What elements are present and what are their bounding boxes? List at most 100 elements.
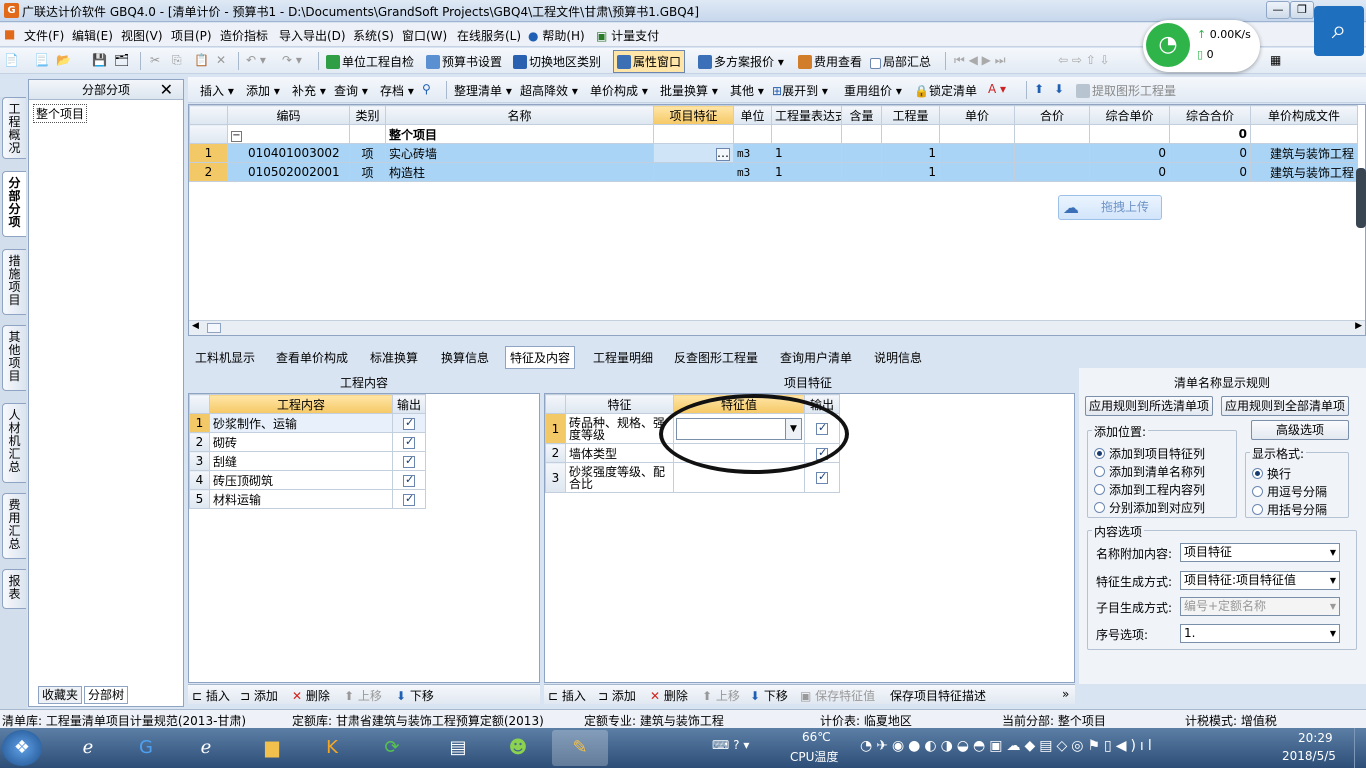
calc-icon[interactable]: ▦ <box>1270 53 1281 67</box>
show-desktop-button[interactable] <box>1354 728 1366 768</box>
output-checkbox[interactable] <box>403 492 415 506</box>
cell-feature[interactable] <box>653 162 734 182</box>
save-all-icon[interactable]: 🗂 <box>114 53 129 67</box>
name-append-select[interactable]: 项目特征 <box>1180 543 1340 562</box>
scroll-right-icon[interactable]: ▶ <box>1355 321 1362 331</box>
ie-icon[interactable]: ℯ <box>60 730 116 766</box>
menu-cost-index[interactable]: 造价指标 <box>220 27 268 44</box>
maximize-button[interactable]: ❐ <box>1290 1 1314 19</box>
notes-icon[interactable]: ✎ <box>552 730 608 766</box>
collapse-icon[interactable]: − <box>231 130 242 142</box>
apply-all-button[interactable]: 应用规则到全部清单项 <box>1221 396 1349 416</box>
cell-feature[interactable]: … <box>653 143 734 163</box>
col-comp-price[interactable]: 综合单价 <box>1089 105 1170 125</box>
wechat-icon[interactable]: ☻ <box>490 730 546 766</box>
col-comp-total[interactable]: 综合合价 <box>1169 105 1251 125</box>
redo-icon[interactable]: ↷ ▾ <box>282 53 302 67</box>
tab-graph-qty[interactable]: 反查图形工程量 <box>670 348 762 367</box>
radio-add-content-col[interactable]: 添加到工程内容列 <box>1094 481 1205 498</box>
wc-add-button[interactable]: ⊐ 添加 <box>240 687 278 704</box>
feature-gen-select[interactable]: 项目特征:项目特征值 <box>1180 571 1340 590</box>
calculator-icon[interactable]: ▤ <box>430 730 486 766</box>
wc-up-button[interactable]: ⬆ 上移 <box>344 687 382 704</box>
radio-add-name-col[interactable]: 添加到清单名称列 <box>1094 463 1205 480</box>
lock-list-button[interactable]: 🔒锁定清单 <box>914 82 977 99</box>
col-total[interactable]: 合价 <box>1014 105 1090 125</box>
tab-features-content[interactable]: 特征及内容 <box>505 346 576 369</box>
output-checkbox[interactable] <box>403 473 415 487</box>
menu-edit[interactable]: 编辑(E) <box>72 27 113 44</box>
horizontal-scrollbar[interactable]: ◀ ▶ <box>189 320 1365 335</box>
output-checkbox[interactable] <box>816 470 828 484</box>
folder-icon[interactable]: ▆ <box>244 730 300 766</box>
attr-window-button[interactable]: 属性窗口 <box>613 50 686 73</box>
delete-icon[interactable]: ✕ <box>216 53 226 67</box>
ie2-icon[interactable]: ℯ <box>178 730 234 766</box>
ft-add-button[interactable]: ⊐ 添加 <box>598 687 636 704</box>
wc-down-button[interactable]: ⬇ 下移 <box>396 687 434 704</box>
col-name[interactable]: 名称 <box>385 105 654 125</box>
wc-delete-button[interactable]: ✕ 删除 <box>292 687 330 704</box>
cell-code[interactable]: 010502002001 <box>227 162 350 182</box>
tab-std-convert[interactable]: 标准换算 <box>366 348 422 367</box>
col-feature[interactable]: 项目特征 <box>653 105 734 125</box>
start-button[interactable]: ❖ <box>2 730 42 766</box>
table-row[interactable]: 3 砂浆强度等级、配合比 <box>545 462 840 493</box>
apply-selected-button[interactable]: 应用规则到所选清单项 <box>1085 396 1213 416</box>
save-menu[interactable]: 存档 ▾ <box>380 82 414 99</box>
minimize-button[interactable]: — <box>1266 1 1290 19</box>
undo-icon[interactable]: ↶ ▾ <box>246 53 266 67</box>
self-check-button[interactable]: 单位工程自检 <box>326 53 414 70</box>
add-menu[interactable]: 添加 ▾ <box>246 82 280 99</box>
col-price[interactable]: 单价 <box>939 105 1015 125</box>
menu-online[interactable]: 在线服务(L) <box>457 27 521 44</box>
first-icon[interactable]: ⏮ ◀ ▶ ⏭ <box>954 53 1006 68</box>
switch-region-button[interactable]: 切换地区类别 <box>513 53 601 70</box>
super-drop-menu[interactable]: 超高降效 ▾ <box>520 82 578 99</box>
tab-fee-summary[interactable]: 费用汇总 <box>2 493 26 559</box>
tab-qty-detail[interactable]: 工程量明细 <box>589 348 657 367</box>
radio-comma[interactable]: 用逗号分隔 <box>1252 483 1327 500</box>
batch-convert-menu[interactable]: 批量换算 ▾ <box>660 82 718 99</box>
tab-labor-material[interactable]: 人材机汇总 <box>2 403 26 483</box>
cell-code[interactable]: 010401003002 <box>227 143 350 163</box>
menu-import-export[interactable]: 导入导出(D) <box>279 27 346 44</box>
fee-view-button[interactable]: 费用查看 <box>798 53 862 70</box>
move-down-icon[interactable]: ⬇ <box>1054 82 1064 96</box>
table-row[interactable]: 3 刮缝 <box>189 451 426 471</box>
gbq-icon[interactable]: G <box>118 730 174 766</box>
tab-notes[interactable]: 说明信息 <box>870 348 926 367</box>
table-row[interactable]: 1 砖品种、规格、强度等级 ▼ <box>545 413 840 444</box>
new-file-icon[interactable]: 📄 <box>4 53 19 67</box>
menu-window[interactable]: 窗口(W) <box>402 27 447 44</box>
menu-file[interactable]: 文件(F) <box>24 27 64 44</box>
partial-sum-checkbox[interactable]: 局部汇总 <box>870 53 931 70</box>
output-checkbox[interactable] <box>403 416 415 430</box>
col-code[interactable]: 编码 <box>227 105 350 125</box>
radio-newline[interactable]: 换行 <box>1252 465 1291 482</box>
unit-price-menu[interactable]: 单价构成 ▾ <box>590 82 648 99</box>
col-expr[interactable]: 工程量表达式 <box>771 105 842 125</box>
radio-bracket[interactable]: 用括号分隔 <box>1252 501 1327 518</box>
advanced-button[interactable]: 高级选项 <box>1251 420 1349 440</box>
radio-add-feature-col[interactable]: 添加到项目特征列 <box>1094 445 1205 462</box>
extract-qty-button[interactable]: 提取图形工程量 <box>1076 82 1176 99</box>
output-checkbox[interactable] <box>403 435 415 449</box>
move-up-icon[interactable]: ⬆ <box>1034 82 1044 96</box>
output-checkbox[interactable] <box>403 454 415 468</box>
query-menu[interactable]: 查询 ▾ <box>334 82 368 99</box>
ft-insert-button[interactable]: ⊏ 插入 <box>548 687 586 704</box>
table-row[interactable]: 2 砌砖 <box>189 432 426 452</box>
color-icon[interactable]: A ▾ <box>988 82 1006 96</box>
app-menu-icon[interactable]: ■ <box>4 27 15 41</box>
table-row[interactable]: 1 砂浆制作、运输 <box>189 413 426 433</box>
radio-add-each-col[interactable]: 分别添加到对应列 <box>1094 499 1205 516</box>
find-icon[interactable]: ⚲ <box>422 82 431 96</box>
keyboard-icon[interactable]: ⌨ ? ▾ <box>712 738 749 752</box>
tree-root[interactable]: 整个项目 <box>33 104 88 123</box>
tab-user-list[interactable]: 查询用户清单 <box>776 348 856 367</box>
table-row[interactable]: 4 砖压顶砌筑 <box>189 470 426 490</box>
drag-upload-button[interactable]: ☁ 拖拽上传 <box>1058 195 1162 220</box>
wc-insert-button[interactable]: ⊏ 插入 <box>192 687 230 704</box>
col-unit[interactable]: 单位 <box>733 105 772 125</box>
